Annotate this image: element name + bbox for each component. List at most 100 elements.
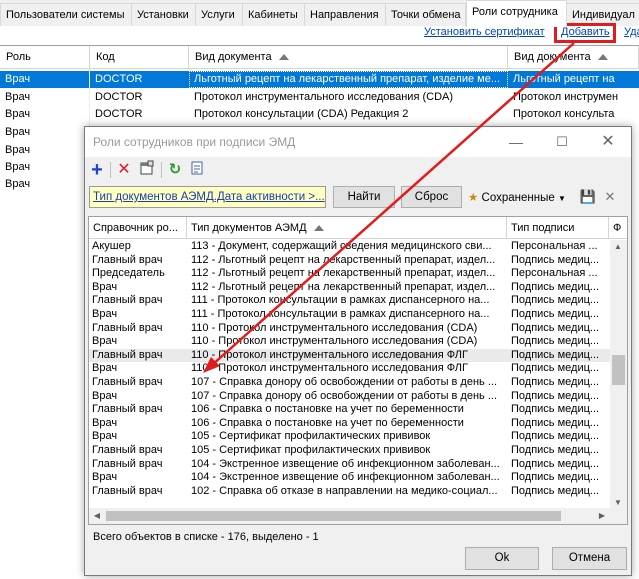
table-row[interactable]: Главный врач 110 - Протокол инструменталь… xyxy=(89,322,617,336)
vertical-scrollbar[interactable]: ▲ ▼ xyxy=(610,240,627,509)
vertical-scroll-thumb[interactable] xyxy=(612,355,625,385)
scroll-left-icon[interactable]: ◀ xyxy=(89,511,105,520)
table-row[interactable]: Врач 105 - Сертификат профилактических пр… xyxy=(89,430,617,444)
signature-type-cell: Подпись медиц... xyxy=(511,403,600,416)
table-row[interactable]: Врач DOCTOR Протокол инструментального и… xyxy=(0,89,639,106)
horizontal-scrollbar[interactable]: ◀ ▶ xyxy=(89,508,627,524)
role-directory-cell: Главный врач xyxy=(92,457,163,470)
table-row[interactable]: Главный врач 105 - Сертификат профилактич… xyxy=(89,444,617,458)
saved-filters-dropdown[interactable]: ★ Сохраненные ▼ xyxy=(468,189,566,207)
signature-type-cell: Подпись медиц... xyxy=(511,376,600,388)
doc-type-aemd-cell: 110 - Протокол инструментального исследо… xyxy=(191,362,468,375)
table-row[interactable]: Врач 106 - Справка о постановке на учет п… xyxy=(89,417,617,431)
refresh-icon[interactable]: ↻ xyxy=(165,160,185,180)
add-link[interactable]: Добавить xyxy=(561,26,610,38)
clear-filter-icon[interactable]: ✕ xyxy=(600,187,620,207)
find-button[interactable]: Найти xyxy=(333,186,395,208)
role-directory-cell: Главный врач xyxy=(92,403,163,416)
code-cell: DOCTOR xyxy=(95,108,143,120)
add-icon[interactable]: + xyxy=(87,160,107,180)
set-certificate-link[interactable]: Установить сертификат xyxy=(424,26,545,38)
table-row[interactable]: Главный врач 111 - Протокол консультации … xyxy=(89,294,617,308)
employee-roles-dialog: Роли сотрудников при подписи ЭМД — ☐ ✕ +… xyxy=(84,126,632,576)
table-row[interactable]: Врач 107 - Справка донору об освобождении… xyxy=(89,390,617,404)
sort-ascending-icon xyxy=(597,54,608,61)
table-row[interactable]: Главный врач 110 - Протокол инструменталь… xyxy=(89,348,617,363)
role-directory-cell: Врач xyxy=(92,471,118,484)
close-icon[interactable]: ✕ xyxy=(585,127,631,157)
ok-button[interactable]: Ok xyxy=(465,547,539,570)
table-row[interactable]: Главный врач 104 - Экстренное извещение о… xyxy=(89,458,617,472)
column-header-signature-type[interactable]: Тип подписи xyxy=(507,217,609,239)
signature-type-cell: Подпись медиц... xyxy=(511,389,600,402)
table-row[interactable]: Врач 110 - Протокол инструментального исс… xyxy=(89,362,617,376)
doc-type-cell-2: Льготный рецепт на xyxy=(513,73,615,85)
doc-type-aemd-cell: 105 - Сертификат профилактических привив… xyxy=(191,430,431,443)
signature-type-cell: Подпись медиц... xyxy=(511,335,600,348)
role-directory-cell: Врач xyxy=(92,389,118,402)
role-cell: Врач xyxy=(5,108,31,120)
filter-field[interactable]: Тип документов АЭМД.Дата активности >... xyxy=(89,186,326,208)
properties-icon[interactable] xyxy=(137,160,157,180)
tab-exchange-points[interactable]: Точки обмена xyxy=(385,3,466,26)
column-header-role-directory[interactable]: Справочник ро... xyxy=(89,217,187,239)
role-directory-cell: Врач xyxy=(92,430,118,443)
scroll-right-icon[interactable]: ▶ xyxy=(594,511,610,520)
role-cell: Врач xyxy=(5,178,31,190)
column-header-doc-type-aemd[interactable]: Тип документов АЭМД xyxy=(187,217,507,239)
table-row[interactable]: Врач 104 - Экстренное извещение об инфекц… xyxy=(89,471,617,485)
tab-system-users[interactable]: Пользователи системы xyxy=(0,3,132,26)
saved-filters-icon: ★ xyxy=(468,192,479,204)
tab-directions[interactable]: Направления xyxy=(304,3,386,26)
save-filter-icon[interactable]: 💾 xyxy=(578,187,598,207)
doc-type-aemd-cell: 110 - Протокол инструментального исследо… xyxy=(191,335,478,348)
table-row[interactable]: Председатель 112 - Льготный рецепт на лек… xyxy=(89,267,617,281)
dialog-title: Роли сотрудников при подписи ЭМД xyxy=(93,135,296,149)
doc-types-grid: Справочник ро... Тип документов АЭМД Тип… xyxy=(88,216,628,525)
role-directory-cell: Главный врач xyxy=(92,321,163,334)
table-row[interactable]: Врач DOCTOR Протокол консультации (CDA) … xyxy=(0,106,639,123)
table-row[interactable]: Врач 111 - Протокол консультации в рамках… xyxy=(89,308,617,322)
tab-individual[interactable]: Индивидуал xyxy=(566,3,639,26)
doc-type-aemd-cell: 107 - Справка донору об освобождении от … xyxy=(191,389,498,402)
maximize-icon[interactable]: ☐ xyxy=(539,127,585,157)
column-header-role[interactable]: Роль xyxy=(0,46,90,69)
signature-type-cell: Персональная ... xyxy=(511,240,598,252)
table-row[interactable]: Главный врач 106 - Справка о постановке н… xyxy=(89,403,617,417)
column-header-f[interactable]: Ф xyxy=(609,217,627,239)
horizontal-scroll-thumb[interactable] xyxy=(106,511,561,521)
dialog-titlebar[interactable]: Роли сотрудников при подписи ЭМД — ☐ ✕ xyxy=(85,127,631,157)
table-row[interactable]: Врач DOCTOR Льготный рецепт на лекарстве… xyxy=(0,71,639,88)
tab-employee-roles[interactable]: Роли сотрудника xyxy=(466,0,567,27)
reset-button[interactable]: Сброс xyxy=(401,186,462,208)
table-row[interactable]: Врач 112 - Льготный рецепт на лекарственн… xyxy=(89,281,617,295)
cancel-button[interactable]: Отмена xyxy=(552,547,627,570)
signature-type-cell: Подпись медиц... xyxy=(511,280,600,293)
doc-type-aemd-cell: 111 - Протокол консультации в рамках дис… xyxy=(191,308,490,320)
table-row[interactable]: Главный врач 112 - Льготный рецепт на лек… xyxy=(89,254,617,268)
role-directory-cell: Главный врач xyxy=(92,484,163,497)
signature-type-cell: Подпись медиц... xyxy=(511,348,600,361)
signature-type-cell: Подпись медиц... xyxy=(511,471,600,484)
delete-icon[interactable]: ✕ xyxy=(114,160,134,180)
code-cell: DOCTOR xyxy=(95,91,143,103)
tab-settings[interactable]: Установки xyxy=(131,3,196,26)
column-header-doc-type[interactable]: Вид документа xyxy=(189,46,508,69)
tab-services[interactable]: Услуги xyxy=(195,3,243,26)
table-row[interactable]: Врач 110 - Протокол инструментального исс… xyxy=(89,335,617,349)
table-row[interactable]: Главный врач 107 - Справка донору об осво… xyxy=(89,376,617,390)
role-directory-cell: Врач xyxy=(92,280,118,293)
scroll-up-icon[interactable]: ▲ xyxy=(610,242,626,251)
table-row[interactable]: Главный врач 102 - Справка об отказе в на… xyxy=(89,485,617,499)
minimize-icon[interactable]: — xyxy=(493,127,539,157)
tab-cabinets[interactable]: Кабинеты xyxy=(242,3,305,26)
table-row[interactable]: Акушер 113 - Документ, содержащий сведени… xyxy=(89,240,617,254)
export-icon[interactable] xyxy=(187,160,207,180)
column-header-doc-type-2[interactable]: Вид документа xyxy=(508,46,639,69)
sort-ascending-icon xyxy=(313,225,324,232)
delete-link[interactable]: Уда xyxy=(624,26,639,38)
column-header-code[interactable]: Код xyxy=(90,46,189,69)
role-directory-cell: Главный врач xyxy=(92,348,163,361)
doc-type-aemd-cell: 111 - Протокол консультации в рамках дис… xyxy=(191,294,490,307)
scroll-down-icon[interactable]: ▼ xyxy=(610,498,626,507)
